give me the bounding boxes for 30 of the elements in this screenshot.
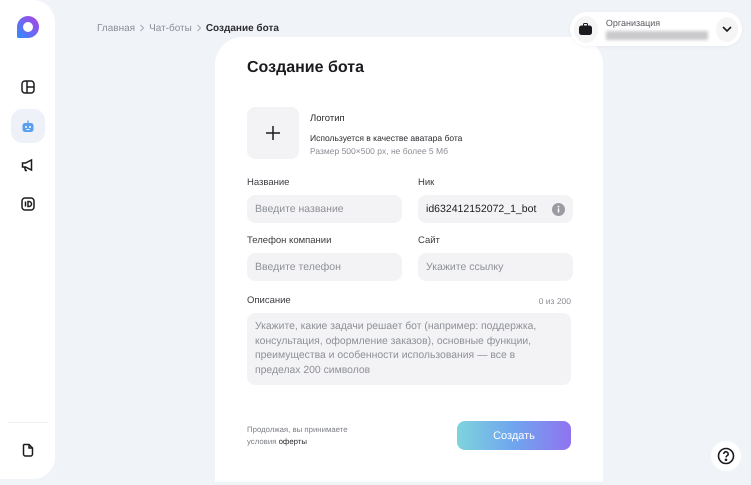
input-field[interactable]: Укажите ссылку xyxy=(418,253,573,281)
app-logo xyxy=(14,14,40,40)
field-label: Сайт xyxy=(418,235,441,246)
id-icon xyxy=(20,196,36,212)
field-label: Телефон компании xyxy=(247,235,332,246)
description-field[interactable]: Укажите, какие задачи решает бот (например: поддержка, консультация, оформление заказов), основные функции, преимущества и особенности использования — все в пределах 200 символов xyxy=(247,313,571,385)
input-field[interactable]: Введите телефон xyxy=(247,253,402,281)
field-label: Описание xyxy=(247,295,291,306)
organization-label: Организация xyxy=(606,18,660,28)
robot-icon xyxy=(20,118,36,134)
megaphone-icon xyxy=(20,157,36,173)
dashboard-icon xyxy=(20,79,36,95)
logo-size-note: Размер 500×500 px, не более 5 Мб xyxy=(310,146,449,156)
help-icon xyxy=(717,447,735,465)
field-label: Ник xyxy=(418,177,436,188)
help-button[interactable] xyxy=(711,441,741,471)
logo-label: Логотип xyxy=(310,113,346,124)
chevron-down-icon xyxy=(722,26,732,32)
logo-hint: Используется в качестве аватара бота xyxy=(310,133,462,143)
character-counter: 0 из 200 xyxy=(538,296,571,306)
field-label: Название xyxy=(247,177,290,188)
form-title: Создание бота xyxy=(247,59,366,78)
breadcrumb-link[interactable]: Создание бота xyxy=(206,22,279,34)
chevron-right-icon xyxy=(196,24,202,32)
input-field[interactable]: Введите название xyxy=(247,195,402,223)
organization-selector[interactable]: Организация xyxy=(570,12,742,46)
input-field[interactable]: id632412152072_1_bot xyxy=(418,195,573,223)
plus-icon xyxy=(265,125,281,141)
briefcase-icon xyxy=(579,23,592,35)
chevron-right-icon xyxy=(139,24,146,32)
